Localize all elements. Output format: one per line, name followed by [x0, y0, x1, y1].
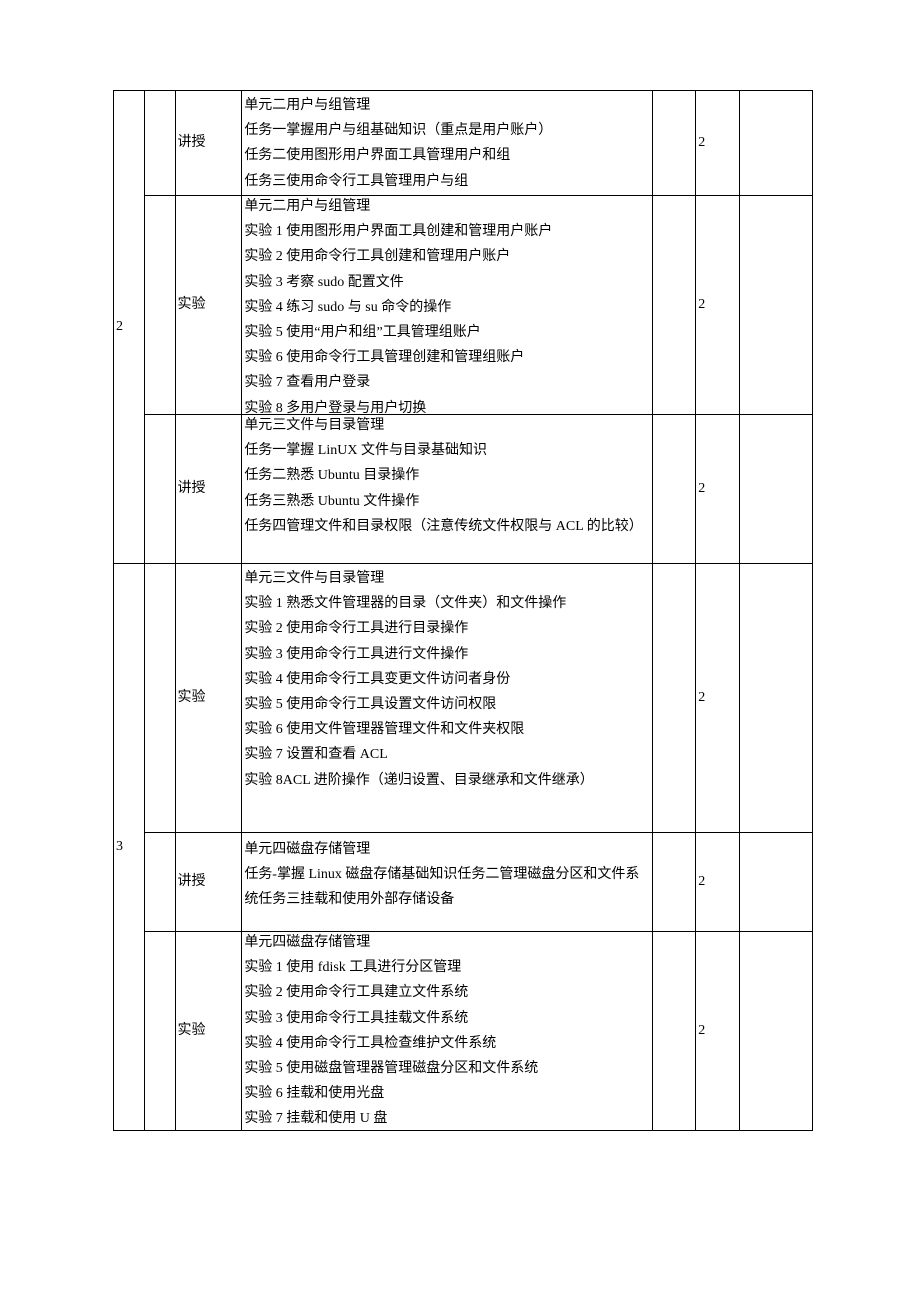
session-cell	[144, 932, 175, 1131]
hours-cell: 2	[696, 415, 739, 564]
hours-value: 2	[698, 297, 705, 312]
table-row: 实验 单元四磁盘存储管理 实验 1 使用 fdisk 工具进行分区管理 实验 2…	[114, 932, 813, 1131]
hours-cell: 2	[696, 91, 739, 196]
blank-cell	[739, 564, 812, 833]
table-row: 讲授 单元三文件与目录管理 任务一掌握 LinUX 文件与目录基础知识 任务二熟…	[114, 415, 813, 564]
hours-value: 2	[698, 1023, 705, 1038]
type-label: 实验	[178, 1023, 206, 1038]
blank-cell	[652, 196, 695, 415]
content-text: 单元四磁盘存储管理 任务-掌握 Linux 磁盘存储基础知识任务二管理磁盘分区和…	[244, 837, 649, 913]
type-cell: 实验	[175, 196, 242, 415]
blank-cell	[652, 415, 695, 564]
type-label: 实验	[178, 297, 206, 312]
session-cell	[144, 196, 175, 415]
blank-cell	[739, 415, 812, 564]
session-cell	[144, 91, 175, 196]
hours-value: 2	[698, 135, 705, 150]
table-row: 实验 单元二用户与组管理 实验 1 使用图形用户界面工具创建和管理用户账户 实验…	[114, 196, 813, 415]
blank-cell	[739, 833, 812, 932]
content-text: 单元三文件与目录管理 任务一掌握 LinUX 文件与目录基础知识 任务二熟悉 U…	[244, 415, 649, 539]
hours-value: 2	[698, 690, 705, 705]
hours-cell: 2	[696, 196, 739, 415]
table-row: 2 讲授 单元二用户与组管理 任务一掌握用户与组基础知识（重点是用户账户） 任务…	[114, 91, 813, 196]
type-cell: 实验	[175, 564, 242, 833]
content-cell: 单元二用户与组管理 实验 1 使用图形用户界面工具创建和管理用户账户 实验 2 …	[242, 196, 652, 415]
content-cell: 单元三文件与目录管理 任务一掌握 LinUX 文件与目录基础知识 任务二熟悉 U…	[242, 415, 652, 564]
session-cell	[144, 415, 175, 564]
content-text: 单元二用户与组管理 实验 1 使用图形用户界面工具创建和管理用户账户 实验 2 …	[244, 196, 649, 415]
blank-cell	[652, 833, 695, 932]
blank-cell	[652, 932, 695, 1131]
syllabus-table: 2 讲授 单元二用户与组管理 任务一掌握用户与组基础知识（重点是用户账户） 任务…	[113, 90, 813, 1131]
type-label: 讲授	[178, 135, 206, 150]
blank-cell	[652, 91, 695, 196]
type-cell: 讲授	[175, 91, 242, 196]
hours-cell: 2	[696, 833, 739, 932]
type-cell: 讲授	[175, 415, 242, 564]
content-cell: 单元三文件与目录管理 实验 1 熟悉文件管理器的目录（文件夹）和文件操作 实验 …	[242, 564, 652, 833]
content-cell: 单元四磁盘存储管理 实验 1 使用 fdisk 工具进行分区管理 实验 2 使用…	[242, 932, 652, 1131]
type-label: 实验	[178, 690, 206, 705]
hours-value: 2	[698, 874, 705, 889]
session-cell	[144, 833, 175, 932]
week-cell: 2	[114, 91, 145, 564]
content-cell: 单元二用户与组管理 任务一掌握用户与组基础知识（重点是用户账户） 任务二使用图形…	[242, 91, 652, 196]
hours-value: 2	[698, 481, 705, 496]
week-number: 3	[116, 839, 123, 854]
blank-cell	[652, 564, 695, 833]
type-label: 讲授	[178, 481, 206, 496]
hours-cell: 2	[696, 564, 739, 833]
table-row: 讲授 单元四磁盘存储管理 任务-掌握 Linux 磁盘存储基础知识任务二管理磁盘…	[114, 833, 813, 932]
week-cell: 3	[114, 564, 145, 1131]
content-cell: 单元四磁盘存储管理 任务-掌握 Linux 磁盘存储基础知识任务二管理磁盘分区和…	[242, 833, 652, 932]
session-cell	[144, 564, 175, 833]
blank-cell	[739, 932, 812, 1131]
content-text: 单元三文件与目录管理 实验 1 熟悉文件管理器的目录（文件夹）和文件操作 实验 …	[244, 566, 649, 793]
blank-cell	[739, 196, 812, 415]
page: 2 讲授 单元二用户与组管理 任务一掌握用户与组基础知识（重点是用户账户） 任务…	[0, 0, 920, 1301]
type-cell: 实验	[175, 932, 242, 1131]
hours-cell: 2	[696, 932, 739, 1131]
blank-cell	[739, 91, 812, 196]
table-row: 3 实验 单元三文件与目录管理 实验 1 熟悉文件管理器的目录（文件夹）和文件操…	[114, 564, 813, 833]
type-cell: 讲授	[175, 833, 242, 932]
content-text: 单元二用户与组管理 任务一掌握用户与组基础知识（重点是用户账户） 任务二使用图形…	[244, 93, 649, 194]
content-text: 单元四磁盘存储管理 实验 1 使用 fdisk 工具进行分区管理 实验 2 使用…	[244, 932, 649, 1131]
week-number: 2	[116, 319, 123, 334]
type-label: 讲授	[178, 874, 206, 889]
